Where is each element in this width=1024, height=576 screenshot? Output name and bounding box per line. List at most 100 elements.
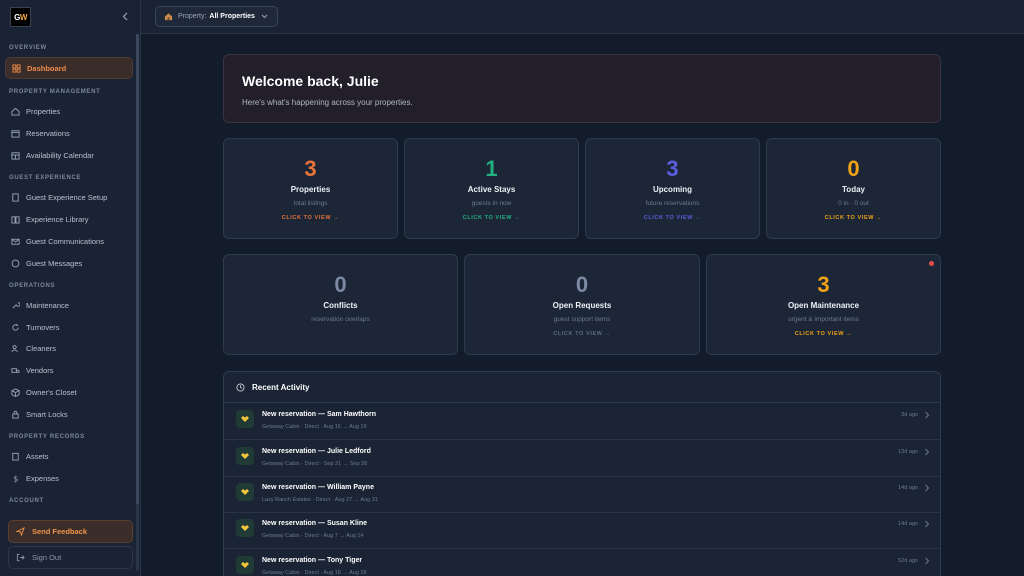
lock-icon <box>12 410 19 419</box>
activity-row[interactable]: New reservation — Julie Ledford Getaway … <box>224 440 940 477</box>
collapse-sidebar-icon[interactable] <box>119 9 131 23</box>
chevron-right-icon <box>925 448 930 456</box>
stat-value: 0 <box>847 156 860 181</box>
click-to-view-link[interactable]: CLICK TO VIEW → <box>586 215 759 221</box>
stat-card-upcoming[interactable]: 3 Upcoming future reservations CLICK TO … <box>585 138 760 239</box>
sidebar-item-assets[interactable]: Assets <box>5 445 133 467</box>
activity-row[interactable]: New reservation — Susan Kline Getaway Ca… <box>224 512 940 549</box>
sidebar-item-label: Availability Calendar <box>26 150 94 160</box>
sidebar-item-guest-communications[interactable]: Guest Communications <box>5 230 133 252</box>
sidebar-item-expenses[interactable]: $ Expenses <box>5 467 133 489</box>
sidebar-scroll-thumb[interactable] <box>136 34 139 504</box>
recent-activity-header: Recent Activity <box>224 372 940 403</box>
sidebar-item-label: Guest Experience Setup <box>26 192 108 202</box>
chat-bubble-icon <box>11 259 20 267</box>
activity-title: New reservation — Sam Hawthorn <box>262 411 376 418</box>
activity-time: 3d ago <box>901 412 918 418</box>
sidebar-item-label: Cleaners <box>26 343 57 353</box>
clock-icon <box>236 382 245 392</box>
activity-row[interactable]: New reservation — Sam Hawthorn Getaway C… <box>224 403 940 440</box>
click-to-view-link[interactable]: CLICK TO VIEW → <box>224 215 397 221</box>
sidebar-item-vendors[interactable]: Vendors <box>5 359 133 381</box>
recent-activity-panel: Recent Activity New reservation — Sam Ha… <box>223 371 941 576</box>
handshake-icon <box>236 556 254 574</box>
chevron-down-icon <box>261 14 268 19</box>
section-operations: OPERATIONS <box>9 283 56 289</box>
sidebar-item-guest-experience-setup[interactable]: Guest Experience Setup <box>5 186 133 208</box>
sidebar-item-dashboard[interactable]: Dashboard <box>5 57 133 79</box>
sidebar-item-label: Reservations <box>26 128 70 138</box>
section-account: ACCOUNT <box>9 498 44 504</box>
truck-icon <box>11 367 20 373</box>
stat-card-active-stays[interactable]: 1 Active Stays guests in now CLICK TO VI… <box>404 138 579 239</box>
activity-meta: Getaway Cabin · Direct · Aug 18 → Aug 28 <box>262 570 367 576</box>
sidebar-item-smart-locks[interactable]: Smart Locks <box>5 403 133 425</box>
stat-label: Properties <box>290 185 331 194</box>
chevron-right-icon <box>925 520 930 528</box>
sign-out-button[interactable]: Sign Out <box>8 546 133 569</box>
send-feedback-button[interactable]: Send Feedback <box>8 520 133 543</box>
sidebar-item-guest-messages[interactable]: Guest Messages <box>5 252 133 274</box>
dollar-icon: $ <box>13 474 18 483</box>
chevron-right-icon <box>925 484 930 492</box>
calendar-icon <box>11 129 20 138</box>
click-to-view-link[interactable]: CLICK TO VIEW → <box>767 215 940 221</box>
dashboard-icon <box>12 63 21 73</box>
logout-icon <box>16 553 25 562</box>
activity-time: 14d ago <box>898 485 918 491</box>
sidebar-item-owners-closet[interactable]: Owner's Closet <box>5 381 133 403</box>
stat-value: 3 <box>304 156 317 181</box>
sidebar-item-experience-library[interactable]: Experience Library <box>5 208 133 230</box>
stat-value: 3 <box>817 272 830 297</box>
sidebar-item-label: Experience Library <box>26 214 89 224</box>
wrench-icon <box>12 301 20 309</box>
stat-card-open-requests[interactable]: 0 Open Requests guest support items CLIC… <box>464 254 700 355</box>
stat-card-today[interactable]: 0 Today 0 in · 0 out CLICK TO VIEW → <box>766 138 941 239</box>
activity-meta: Getaway Cabin · Direct · Sep 21 → Sep 28 <box>262 461 368 467</box>
sidebar: GW OVERVIEW Dashboard PROPERTY MANAGEMEN… <box>0 0 141 576</box>
refresh-icon <box>12 323 19 331</box>
users-icon <box>11 344 18 352</box>
chevron-right-icon <box>925 557 930 565</box>
sidebar-item-label: Assets <box>26 451 49 461</box>
activity-title: New reservation — Tony Tiger <box>262 557 363 564</box>
activity-row[interactable]: New reservation — Tony Tiger Getaway Cab… <box>224 549 940 576</box>
home-icon <box>11 107 20 116</box>
sidebar-item-label: Owner's Closet <box>26 387 77 397</box>
mail-icon <box>11 238 20 245</box>
sidebar-item-label: Smart Locks <box>26 409 68 419</box>
property-selector[interactable]: Property: All Properties <box>155 6 278 27</box>
alert-dot <box>929 261 934 266</box>
sidebar-item-turnovers[interactable]: Turnovers <box>5 316 133 338</box>
clipboard-icon <box>12 452 19 461</box>
click-to-view-link[interactable]: CLICK TO VIEW → <box>405 215 578 221</box>
box-icon <box>11 387 20 397</box>
sidebar-item-reservations[interactable]: Reservations <box>5 122 133 144</box>
stat-value: 0 <box>575 272 589 297</box>
sidebar-item-label: Maintenance <box>26 300 69 310</box>
sidebar-item-maintenance[interactable]: Maintenance <box>5 294 133 316</box>
stat-subtext: guest support items <box>553 316 611 323</box>
property-value: All Properties <box>209 13 255 20</box>
activity-meta: Getaway Cabin · Direct · Aug 15 → Aug 19 <box>262 424 367 430</box>
sidebar-item-availability-calendar[interactable]: Availability Calendar <box>5 144 133 166</box>
handshake-icon <box>236 483 254 501</box>
click-to-view-link[interactable]: CLICK TO VIEW → <box>707 331 940 337</box>
stat-value: 0 <box>334 272 347 297</box>
stat-card-open-maintenance[interactable]: 3 Open Maintenance urgent & important it… <box>706 254 941 355</box>
stat-subtext: guests in now <box>471 200 512 207</box>
sidebar-item-cleaners[interactable]: Cleaners <box>5 337 133 359</box>
brand-logo[interactable]: GW <box>10 7 31 27</box>
sidebar-item-label: Guest Messages <box>26 258 83 268</box>
chevron-right-icon <box>925 411 930 419</box>
activity-row[interactable]: New reservation — William Payne Lazy Ran… <box>224 476 940 513</box>
stat-card-properties[interactable]: 3 Properties total listings CLICK TO VIE… <box>223 138 398 239</box>
click-to-view-link[interactable]: CLICK TO VIEW → <box>465 331 699 337</box>
stat-label: Open Maintenance <box>787 301 860 310</box>
sidebar-item-properties[interactable]: Properties <box>5 100 133 122</box>
property-label: Property: <box>178 13 207 20</box>
section-guest-experience: GUEST EXPERIENCE <box>9 175 82 181</box>
stat-card-conflicts[interactable]: 0 Conflicts reservation overlaps <box>223 254 458 355</box>
recent-activity-title: Recent Activity <box>252 382 310 392</box>
send-feedback-label: Send Feedback <box>32 527 88 536</box>
